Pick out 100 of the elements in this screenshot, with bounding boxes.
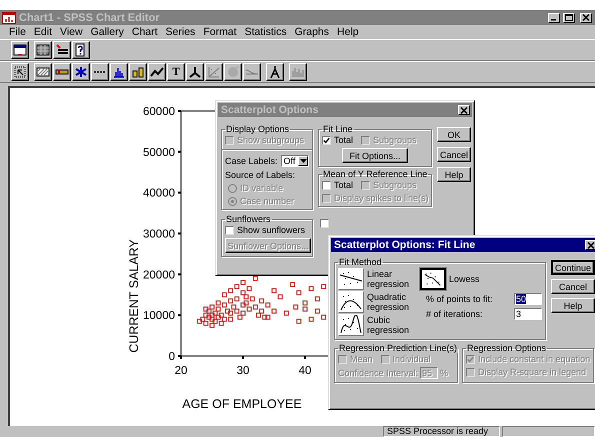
checkbox[interactable] <box>322 180 331 190</box>
unit-label: % <box>440 368 448 378</box>
tick-label: 40 <box>298 365 312 377</box>
radio-label: ID variable <box>240 183 284 193</box>
checkbox-label: Individual <box>392 354 431 364</box>
checkbox-label: Display spikes to line(s) <box>334 193 429 203</box>
toolbar-button[interactable] <box>186 63 204 81</box>
field-text: 50 <box>516 294 526 304</box>
legend-icon <box>55 43 69 57</box>
menu-item[interactable]: Statistics <box>240 26 291 38</box>
menu-item[interactable]: Chart <box>128 26 162 38</box>
fit-method-option[interactable]: Linear regression <box>338 268 418 290</box>
checkbox-label: Mean <box>350 354 373 364</box>
toolbar-button[interactable] <box>91 63 109 81</box>
toolbar-button[interactable] <box>34 41 52 59</box>
compass-icon <box>268 65 282 79</box>
toolbar-button[interactable] <box>72 41 90 59</box>
bar-chart-icon <box>112 65 126 79</box>
menu-item[interactable]: Graphs <box>290 26 334 38</box>
asterisk-icon <box>74 65 88 79</box>
checkbox-label: Show subgroups <box>237 135 304 145</box>
line-chart-icon <box>150 65 164 79</box>
toolbar-button[interactable]: T <box>167 63 185 81</box>
tick-label: 60000 <box>143 106 175 118</box>
dialog-button[interactable]: Help <box>437 167 472 182</box>
checkbox-label: Total <box>334 135 354 145</box>
window-title: Chart1 - SPSS Chart Editor <box>19 12 160 24</box>
toolbar-button[interactable] <box>11 63 29 81</box>
checkbox[interactable] <box>320 219 329 228</box>
menu-item[interactable]: Format <box>199 26 241 38</box>
checkbox-label: Include constant in equation <box>478 354 590 364</box>
tick-label: 20000 <box>143 269 175 282</box>
toolbar-button[interactable] <box>72 63 90 81</box>
status-message: SPSS Processor is ready <box>383 426 500 437</box>
dialog-title: Scatterplot Options <box>221 104 318 116</box>
toolbar-button[interactable] <box>129 63 147 81</box>
axes-icon <box>188 65 202 79</box>
group-title: Regression Prediction Line(s) <box>338 343 458 353</box>
window-icon <box>13 43 27 57</box>
axis-title: CURRENT SALARY <box>127 239 141 353</box>
menu-item[interactable]: Gallery <box>86 26 128 38</box>
menu-item[interactable]: View <box>56 26 87 38</box>
tick-label: 20 <box>174 365 188 377</box>
menu-item[interactable]: File <box>5 26 30 38</box>
checkbox-label: Show sunflowers <box>237 225 306 235</box>
group-title: Display Options <box>225 124 290 134</box>
checkbox-label: Display R-square in legend <box>478 367 586 377</box>
fit-method-option[interactable]: Cubic regression <box>338 314 418 336</box>
dialog-title: Scatterplot Options: Fit Line <box>334 239 476 251</box>
dialog-button[interactable]: Help <box>551 298 595 313</box>
tick-label: 0 <box>168 351 175 363</box>
dialog-button[interactable]: Continue <box>551 260 595 275</box>
toolbar-button[interactable] <box>11 41 29 59</box>
close-button[interactable] <box>585 240 595 250</box>
group-title: Regression Options <box>466 343 548 353</box>
checkbox-label: Total <box>334 180 354 190</box>
fit-options-button[interactable]: Fit Options... <box>342 148 408 163</box>
tick-label: 10000 <box>143 310 175 322</box>
minimize-button[interactable] <box>548 12 560 22</box>
fit-method-option[interactable]: Quadratic regression <box>338 291 418 313</box>
dialog-button[interactable]: Cancel <box>551 279 595 294</box>
axis-title: AGE OF EMPLOYEE <box>182 397 302 411</box>
tick-label: 30000 <box>143 228 175 240</box>
menu-item[interactable]: Help <box>333 26 363 38</box>
toolbar-button[interactable] <box>266 63 284 81</box>
toolbar-button[interactable] <box>148 63 166 81</box>
iterations-field[interactable]: 3 <box>514 308 542 320</box>
field-label: % of points to fit: <box>426 294 493 304</box>
toolbar-button[interactable] <box>53 63 71 81</box>
tick-label: 30 <box>236 365 250 377</box>
checkbox[interactable] <box>322 136 331 144</box>
close-icon <box>587 242 595 248</box>
dialog-button[interactable]: Cancel <box>437 147 472 162</box>
menu-item[interactable]: Series <box>162 26 200 38</box>
selection-icon <box>13 65 27 79</box>
group-title: Sunflowers <box>225 214 272 224</box>
maximize-icon <box>565 14 573 21</box>
close-button[interactable] <box>580 12 592 22</box>
radio-label: Case number <box>240 196 294 206</box>
spikes-icon <box>291 65 305 79</box>
grid-icon <box>36 43 50 57</box>
dropdown-arrow-icon <box>300 159 306 163</box>
maximize-button[interactable] <box>563 12 575 22</box>
close-icon <box>582 14 590 21</box>
menu-item[interactable]: Edit <box>30 26 56 38</box>
dialog-button[interactable]: OK <box>437 127 472 142</box>
tick-label: 50000 <box>143 146 175 159</box>
fit-method-option[interactable]: Lowess <box>420 268 542 290</box>
hatch-icon <box>36 65 50 79</box>
field-label: Confidence Interval: <box>338 368 418 378</box>
field-label: Source of Labels: <box>225 170 296 180</box>
toolbar-button[interactable] <box>53 41 71 59</box>
group-title: Mean of Y Reference Line <box>322 169 428 179</box>
points-field[interactable]: 50 <box>514 293 542 305</box>
toolbar-button[interactable] <box>34 63 52 81</box>
case-labels-dropdown[interactable]: Off <box>280 155 309 167</box>
field-label: Case Labels: <box>225 156 278 166</box>
checkbox[interactable] <box>225 226 234 234</box>
toolbar-button[interactable] <box>110 63 128 81</box>
labeled-bars-icon <box>131 65 145 79</box>
